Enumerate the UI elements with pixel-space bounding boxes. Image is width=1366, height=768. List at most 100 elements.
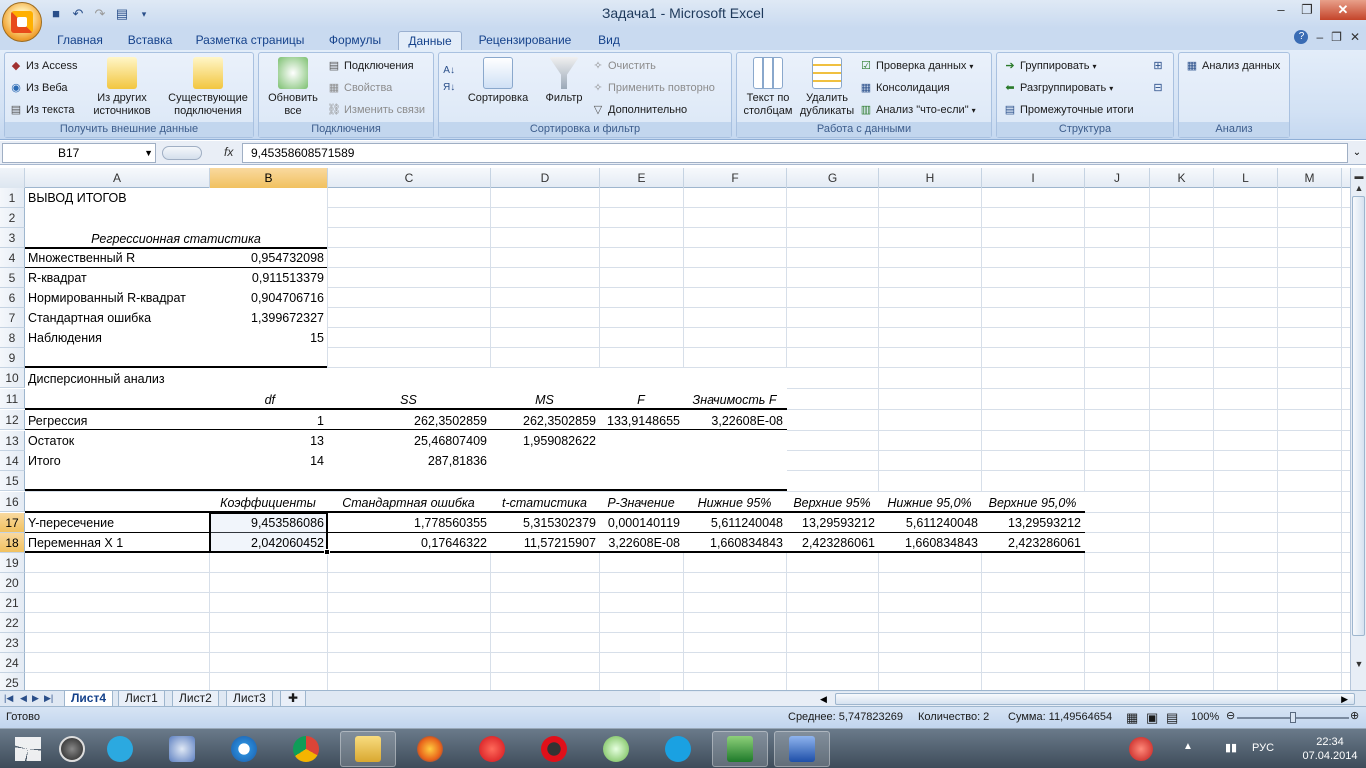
column-header-m[interactable]: M	[1278, 168, 1342, 188]
refresh-all-button[interactable]: Обновить все	[263, 57, 323, 118]
cell-d18[interactable]: 11,57215907	[490, 533, 599, 553]
from-text-button[interactable]: ▤ Из текста	[9, 103, 75, 117]
cell-c14[interactable]: 287,81836	[327, 451, 490, 471]
column-header-f[interactable]: F	[684, 168, 787, 188]
formula-bar-resize-handle[interactable]	[162, 146, 202, 160]
tab-page-layout[interactable]: Разметка страницы	[190, 31, 310, 50]
insert-sheet-icon[interactable]: ✚	[280, 691, 306, 707]
name-box[interactable]: B17 ▼	[2, 143, 156, 163]
row-header[interactable]: 6	[0, 288, 25, 308]
yandex-icon[interactable]	[464, 731, 520, 767]
row-header[interactable]: 9	[0, 348, 25, 368]
select-all-corner[interactable]	[0, 168, 25, 188]
column-header-a[interactable]: A	[25, 168, 210, 188]
cell-b4[interactable]: 0,954732098	[209, 248, 327, 268]
twitter-icon[interactable]	[92, 731, 148, 767]
column-header-g[interactable]: G	[787, 168, 879, 188]
word-icon[interactable]	[774, 731, 830, 767]
zoom-level[interactable]: 100%	[1191, 711, 1219, 723]
row-header[interactable]: 15	[0, 471, 25, 491]
cell-a18[interactable]: Переменная X 1	[25, 533, 209, 553]
scroll-up-icon[interactable]: ▲	[1351, 180, 1366, 196]
column-header-c[interactable]: C	[328, 168, 491, 188]
row-header[interactable]: 3	[0, 228, 25, 248]
row-header[interactable]: 23	[0, 633, 25, 653]
row-header[interactable]: 2	[0, 208, 25, 228]
zoom-out-icon[interactable]: ⊖	[1226, 709, 1235, 722]
advanced-filter-button[interactable]: ▽ Дополнительно	[591, 103, 687, 117]
data-analysis-button[interactable]: ▦ Анализ данных	[1185, 59, 1281, 73]
reapply-button[interactable]: ✧ Применить повторно	[591, 81, 715, 95]
cell-a6[interactable]: Нормированный R-квадрат	[25, 288, 209, 308]
row-header[interactable]: 10	[0, 368, 25, 388]
cell-b7[interactable]: 1,399672327	[209, 308, 327, 328]
cell-b14[interactable]: 14	[209, 451, 327, 471]
group-button[interactable]: ➔ Группировать ▾	[1003, 59, 1096, 73]
cell-c11[interactable]: SS	[327, 390, 490, 410]
row-header[interactable]: 16	[0, 492, 25, 512]
cell-a8[interactable]: Наблюдения	[25, 328, 209, 348]
sheet-tab-list2[interactable]: Лист2	[172, 691, 219, 707]
column-header-b[interactable]: B	[210, 168, 328, 188]
cell-g16[interactable]: Верхние 95%	[786, 493, 878, 513]
sort-button[interactable]: Сортировка	[465, 57, 531, 105]
remove-duplicates-button[interactable]: Удалить дубликаты	[797, 57, 857, 118]
what-if-button[interactable]: ▥ Анализ "что-если" ▾	[859, 103, 976, 117]
cell-g17[interactable]: 13,29593212	[786, 513, 878, 533]
chevron-down-icon[interactable]: ▼	[144, 144, 153, 162]
row-header[interactable]: 8	[0, 328, 25, 348]
tab-home[interactable]: Главная	[50, 31, 110, 50]
row-header[interactable]: 11	[0, 389, 25, 409]
subtotal-button[interactable]: ▤ Промежуточные итоги	[1003, 103, 1134, 117]
first-sheet-icon[interactable]: |◀	[4, 691, 13, 706]
cell-f17[interactable]: 5,611240048	[683, 513, 786, 533]
prev-sheet-icon[interactable]: ◀	[20, 691, 27, 706]
from-access-button[interactable]: ◆ Из Access	[9, 59, 78, 73]
row-header[interactable]: 7	[0, 308, 25, 328]
cell-b8[interactable]: 15	[209, 328, 327, 348]
edit-links-button[interactable]: ⛓ Изменить связи	[327, 103, 425, 117]
cell-e16[interactable]: P-Значение	[599, 493, 683, 513]
speaker-icon[interactable]	[154, 731, 210, 767]
cell-b6[interactable]: 0,904706716	[209, 288, 327, 308]
tab-data[interactable]: Данные	[398, 31, 462, 50]
data-validation-button[interactable]: ☑ Проверка данных ▾	[859, 59, 973, 73]
cell-a13[interactable]: Остаток	[25, 431, 209, 451]
cell-a10[interactable]: Дисперсионный анализ	[25, 369, 209, 389]
cell-b11[interactable]: df	[209, 390, 327, 410]
help-icon[interactable]: ?	[1294, 30, 1309, 44]
row-header[interactable]: 17	[0, 513, 25, 533]
opera-icon[interactable]	[526, 731, 582, 767]
sheet-tab-list4[interactable]: Лист4	[64, 691, 114, 707]
filter-button[interactable]: Фильтр	[539, 57, 589, 105]
cell-b18[interactable]: 2,042060452	[209, 533, 327, 553]
existing-connections-button[interactable]: Существующие подключения	[165, 57, 251, 118]
sort-az-icon[interactable]: A↓	[443, 65, 455, 76]
row-header[interactable]: 24	[0, 653, 25, 673]
tab-insert[interactable]: Вставка	[120, 31, 180, 50]
restore-icon[interactable]: ❐	[1294, 0, 1320, 20]
connections-button[interactable]: ▤ Подключения	[327, 59, 414, 73]
cell-a7[interactable]: Стандартная ошибка	[25, 308, 209, 328]
clock[interactable]: 22:34 07.04.2014	[1300, 735, 1360, 763]
clear-button[interactable]: ✧ Очистить	[591, 59, 656, 73]
cell-i17[interactable]: 13,29593212	[981, 513, 1084, 533]
worksheet-grid[interactable]: A B C D E F G H I J K L M 1 2 3 4 5 6 7 …	[0, 168, 1350, 690]
column-header-l[interactable]: L	[1214, 168, 1278, 188]
notification-icon[interactable]	[1129, 737, 1153, 761]
cell-c17[interactable]: 1,778560355	[327, 513, 490, 533]
column-header-i[interactable]: I	[982, 168, 1085, 188]
cell-i18[interactable]: 2,423286061	[981, 533, 1084, 553]
cell-c13[interactable]: 25,46807409	[327, 431, 490, 451]
scroll-left-icon[interactable]: ◀	[820, 692, 827, 706]
doc-close-icon[interactable]: ✕	[1350, 30, 1360, 44]
utorrent-icon[interactable]	[588, 731, 644, 767]
cell-h18[interactable]: 1,660834843	[878, 533, 981, 553]
cell-d17[interactable]: 5,315302379	[490, 513, 599, 533]
cell-c18[interactable]: 0,17646322	[327, 533, 490, 553]
cell-a1[interactable]: ВЫВОД ИТОГОВ	[25, 188, 209, 208]
cell-b13[interactable]: 13	[209, 431, 327, 451]
cell-i16[interactable]: Верхние 95,0%	[981, 493, 1084, 513]
next-sheet-icon[interactable]: ▶	[32, 691, 39, 706]
from-web-button[interactable]: ◉ Из Веба	[9, 81, 67, 95]
